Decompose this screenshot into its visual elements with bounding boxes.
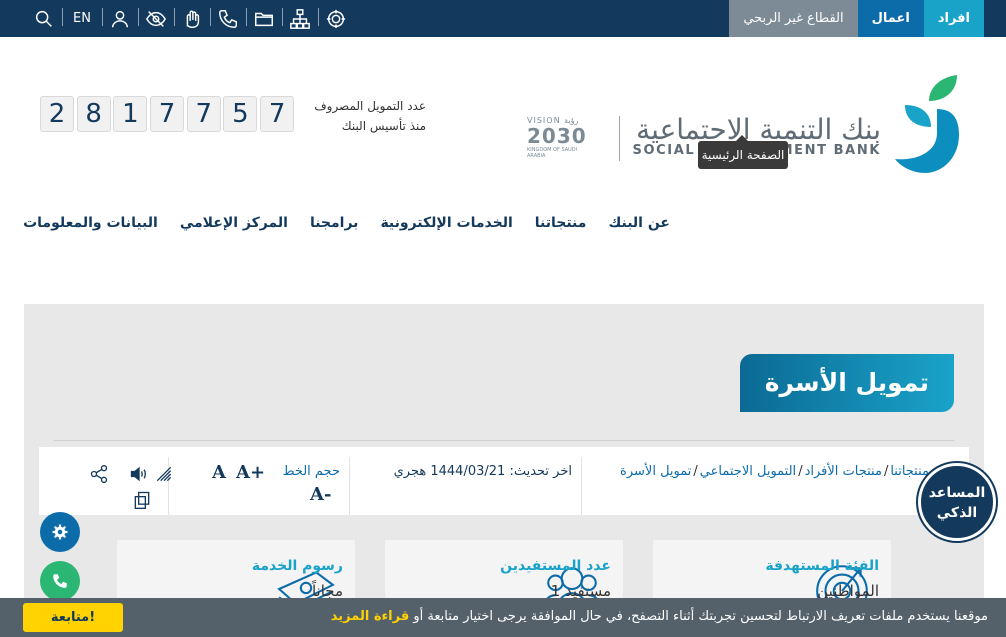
cookie-text: موقعنا يستخدم ملفات تعريف الارتباط لتحسي…: [413, 609, 988, 624]
font-normal-button[interactable]: A: [212, 462, 226, 483]
vision-sub: KINGDOM OF SAUDI ARABIA: [527, 147, 578, 159]
contact-button[interactable]: [210, 0, 246, 37]
sign-language-icon: [186, 10, 200, 28]
top-bar: افراد اعمال القطاع غير الربحي EN: [0, 0, 1006, 37]
search-button[interactable]: [26, 0, 62, 37]
nav-eservices[interactable]: الخدمات الإلكترونية: [380, 215, 512, 231]
counter-digit: 7: [260, 96, 295, 132]
update-date: 1444/03/21 هجري: [393, 464, 506, 479]
smart-assistant-button[interactable]: المساعد الذكي: [918, 463, 996, 541]
assistant-line-2: الذكي: [936, 505, 978, 521]
last-update: اخر تحديث: 1444/03/21 هجري: [394, 464, 572, 479]
read-more-link[interactable]: قراءة المزيد: [331, 609, 409, 624]
card-title: رسوم الخدمة: [251, 558, 343, 574]
funding-counter: 2 8 1 7 7 5 7: [40, 96, 297, 132]
page-title: تمويل الأسرة: [739, 354, 954, 412]
eye-slash-icon: [145, 10, 167, 27]
tab-business[interactable]: اعمال: [857, 0, 924, 37]
nav-about[interactable]: عن البنك: [608, 215, 670, 231]
main-nav: عن البنك منتجاتنا الخدمات الإلكترونية بر…: [1, 215, 670, 231]
counter-digit: 7: [150, 96, 185, 132]
breadcrumb: منتجاتنا/منتجات الأفراد/التمويل الاجتماع…: [620, 464, 929, 479]
breadcrumb-individual-products[interactable]: منتجات الأفراد: [805, 464, 882, 479]
gear-icon: [52, 524, 68, 540]
nav-data[interactable]: البيانات والمعلومات: [23, 215, 158, 231]
home-tooltip: الصفحة الرئيسية: [698, 135, 788, 169]
folder-icon: [255, 12, 273, 26]
phone-icon: [219, 9, 237, 28]
tab-individuals[interactable]: افراد: [923, 0, 984, 37]
nav-programs[interactable]: برامجنا: [310, 215, 359, 231]
language-switch[interactable]: EN: [62, 0, 102, 37]
sitemap-button[interactable]: [282, 0, 318, 37]
info-separator: [581, 457, 582, 515]
user-icon: [111, 10, 129, 27]
counter-digit: 2: [40, 96, 74, 132]
nav-products[interactable]: منتجاتنا: [535, 215, 587, 231]
breadcrumb-current[interactable]: تمويل الأسرة: [620, 464, 691, 479]
bank-logo[interactable]: بنك التنمية الاجتماعية SOCIAL DEVELOPMEN…: [633, 75, 961, 175]
counter-digit: 8: [76, 96, 111, 132]
speaker-icon[interactable]: [129, 464, 149, 484]
settings-button[interactable]: [40, 512, 80, 552]
nav-media-center[interactable]: المركز الإعلامي: [180, 215, 288, 231]
title-divider: [54, 440, 954, 441]
audience-tabs: افراد اعمال القطاع غير الربحي: [729, 0, 984, 37]
signal-icon[interactable]: [154, 464, 174, 484]
emblem-icon: [326, 9, 346, 28]
counter-digit: 1: [113, 96, 148, 132]
info-bar: [39, 447, 969, 515]
phone-icon: [53, 574, 67, 588]
tab-nonprofit[interactable]: القطاع غير الربحي: [729, 0, 858, 37]
font-increase-button[interactable]: A+: [236, 462, 265, 483]
info-separator: [349, 457, 350, 515]
search-icon: [35, 10, 52, 27]
cookie-banner: موقعنا يستخدم ملفات تعريف الارتباط لتحسي…: [0, 598, 1006, 637]
toolbar: EN: [26, 0, 354, 37]
vision-year: 2030: [527, 124, 587, 148]
counter-line-2: منذ تأسيس البنك: [341, 119, 426, 133]
emblem-button[interactable]: [318, 0, 354, 37]
cookie-accept-button[interactable]: متابعة!: [23, 603, 123, 632]
update-label: اخر تحديث:: [509, 464, 572, 479]
breadcrumb-products[interactable]: منتجاتنا: [890, 464, 929, 479]
cookie-message: موقعنا يستخدم ملفات تعريف الارتباط لتحسي…: [331, 609, 988, 624]
font-decrease-button[interactable]: A-: [310, 484, 331, 505]
sitemap-icon: [290, 8, 310, 29]
vision-2030-logo: VISION رؤية 2030 KINGDOM OF SAUDI ARABIA: [527, 116, 597, 164]
assistant-line-1: المساعد: [928, 485, 986, 501]
counter-line-1: عدد التمويل المصروف: [314, 99, 426, 113]
login-button[interactable]: [102, 0, 138, 37]
copy-icon[interactable]: [132, 490, 152, 510]
font-size-label: حجم الخط: [282, 464, 340, 479]
card-title: عدد المستفيدين: [500, 558, 611, 574]
logo-mark-icon: [895, 75, 959, 173]
counter-digit: 7: [186, 96, 221, 132]
content-section: تمويل الأسرة منتجاتنا/منتجات الأفراد/الت…: [24, 304, 984, 637]
counter-digit: 5: [223, 96, 258, 132]
accessibility-button[interactable]: [138, 0, 174, 37]
header-divider: [619, 116, 620, 161]
funding-counter-label: عدد التمويل المصروف منذ تأسيس البنك: [300, 96, 426, 136]
breadcrumb-social-finance[interactable]: التمويل الاجتماعي: [700, 464, 796, 479]
call-button[interactable]: [40, 561, 80, 601]
sign-language-button[interactable]: [174, 0, 210, 37]
card-title: الفئة المستهدفة: [765, 558, 879, 574]
share-icon[interactable]: [89, 464, 109, 484]
files-button[interactable]: [246, 0, 282, 37]
